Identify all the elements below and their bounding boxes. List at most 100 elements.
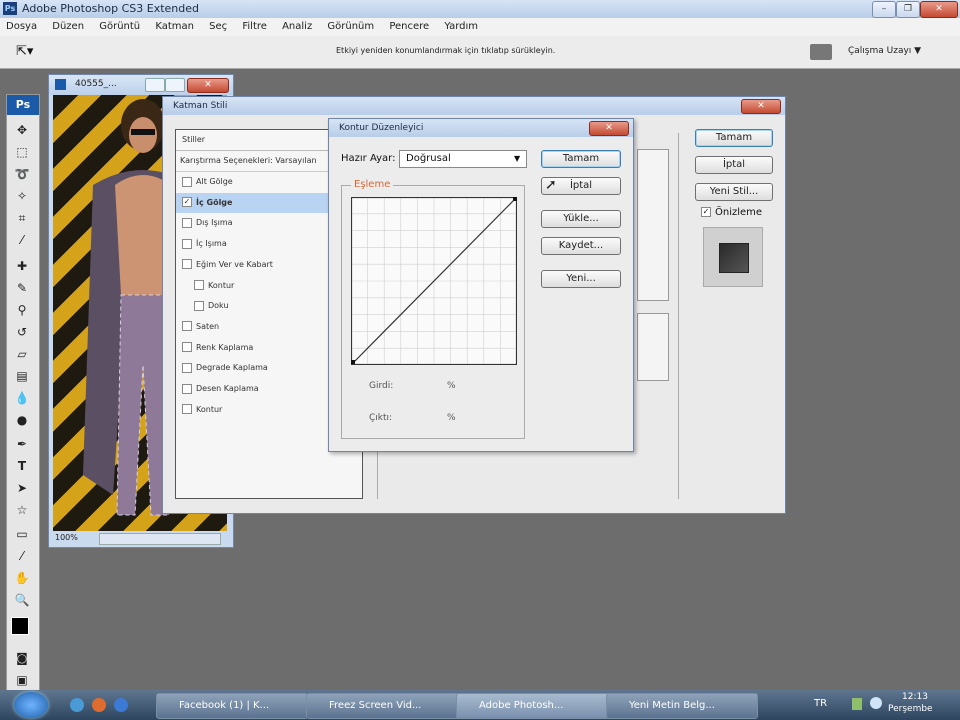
screen-mode-icon[interactable]: ▣ [12, 671, 32, 689]
settings-group-box-2 [637, 313, 669, 381]
zoom-level[interactable]: 100% [55, 533, 78, 542]
preview-checkbox[interactable]: ✓ [701, 207, 711, 217]
style-checkbox[interactable] [182, 217, 192, 228]
doc-minimize-button[interactable] [145, 78, 165, 92]
doc-close-button[interactable]: ✕ [187, 78, 229, 93]
style-item-label: İç Işıma [196, 239, 227, 249]
lasso-tool-icon[interactable]: ➰ [12, 165, 32, 183]
marquee-tool-icon[interactable]: ⬚ [12, 143, 32, 161]
input-percent: % [447, 381, 456, 391]
layer-style-ok-button[interactable]: Tamam [695, 129, 773, 147]
magic-wand-tool-icon[interactable]: ✧ [12, 187, 32, 205]
contour-ok-button[interactable]: Tamam [541, 150, 621, 168]
preset-select[interactable]: Doğrusal ▼ [399, 150, 527, 168]
document-title-bar[interactable]: 40555_... ✕ [49, 75, 233, 95]
shape-tool-icon[interactable]: ☆ [12, 501, 32, 519]
contour-editor-title-bar[interactable]: Kontur Düzenleyici ✕ [329, 119, 633, 137]
settings-group-box [637, 149, 669, 301]
style-checkbox[interactable]: ✓ [182, 197, 192, 208]
menu-layer[interactable]: Katman [149, 18, 200, 36]
hand-tool-icon[interactable]: ✋ [12, 569, 32, 587]
contour-curve-graph[interactable] [351, 197, 517, 365]
show-desktop-icon[interactable] [70, 698, 84, 712]
blur-tool-icon[interactable]: 💧 [12, 389, 32, 407]
move-tool-preset-icon[interactable]: ⇱▾ [16, 44, 33, 59]
eyedropper-tool-icon[interactable]: ⁄ [12, 231, 32, 249]
clock-day: Perşembe [888, 704, 933, 714]
layer-style-cancel-button[interactable]: İptal [695, 156, 773, 174]
doc-restore-button[interactable] [165, 78, 185, 92]
path-selection-tool-icon[interactable]: ➤ [12, 479, 32, 497]
eraser-tool-icon[interactable]: ▱ [12, 345, 32, 363]
style-checkbox[interactable] [194, 280, 204, 290]
taskbar-item-photoshop[interactable]: Adobe Photosh... [456, 693, 612, 719]
style-checkbox[interactable] [182, 238, 192, 249]
zoom-tool-icon[interactable]: 🔍 [12, 591, 32, 609]
healing-brush-tool-icon[interactable]: ✚ [12, 257, 32, 275]
menu-bar: Dosya Düzen Görüntü Katman Seç Filtre An… [0, 18, 960, 37]
style-item-label: Alt Gölge [196, 177, 233, 186]
pen-tool-icon[interactable]: ✒ [12, 435, 32, 453]
style-item-label: Renk Kaplama [196, 342, 254, 352]
style-checkbox[interactable] [182, 259, 192, 270]
volume-icon[interactable] [870, 697, 882, 709]
contour-save-button[interactable]: Kaydet... [541, 237, 621, 255]
new-style-button[interactable]: Yeni Stil... [695, 183, 773, 201]
network-icon[interactable] [852, 698, 862, 710]
minimize-button[interactable]: – [872, 1, 896, 18]
menu-edit[interactable]: Düzen [46, 18, 90, 36]
style-checkbox[interactable] [182, 362, 192, 373]
brush-tool-icon[interactable]: ✎ [12, 279, 32, 297]
dodge-tool-icon[interactable]: ● [12, 411, 32, 429]
style-checkbox[interactable] [182, 176, 192, 187]
clock-time[interactable]: 12:13 [902, 692, 928, 702]
type-tool-icon[interactable]: T [12, 457, 32, 475]
close-button[interactable]: ✕ [920, 1, 958, 18]
contour-editor-close-button[interactable]: ✕ [589, 121, 629, 136]
chevron-down-icon: ▼ [514, 154, 521, 163]
foreground-color-swatch[interactable] [11, 617, 29, 635]
eyedropper2-tool-icon[interactable]: ⁄ [12, 547, 32, 565]
taskbar-item-notepad[interactable]: Yeni Metin Belg... [606, 693, 758, 719]
taskbar-item-freez[interactable]: Freez Screen Vid... [306, 693, 470, 719]
style-checkbox[interactable] [182, 321, 192, 332]
menu-help[interactable]: Yardım [438, 18, 484, 36]
menu-file[interactable]: Dosya [0, 18, 43, 36]
contour-load-button[interactable]: Yükle... [541, 210, 621, 228]
layer-style-close-button[interactable]: ✕ [741, 99, 781, 114]
crop-tool-icon[interactable]: ⌗ [12, 209, 32, 227]
taskbar: Facebook (1) | K... Freez Screen Vid... … [0, 690, 960, 720]
style-checkbox[interactable] [182, 342, 192, 353]
notes-tool-icon[interactable]: ▭ [12, 525, 32, 543]
history-brush-tool-icon[interactable]: ↺ [12, 323, 32, 341]
photoshop-badge-icon: Ps [7, 95, 39, 115]
menu-filter[interactable]: Filtre [236, 18, 273, 36]
style-preview-thumbnail [703, 227, 763, 287]
workspace-dropdown[interactable]: Çalışma Uzayı ▼ [848, 46, 921, 56]
menu-image[interactable]: Görüntü [93, 18, 146, 36]
style-checkbox[interactable] [182, 404, 192, 415]
firefox-icon[interactable] [92, 698, 106, 712]
style-checkbox[interactable] [194, 300, 204, 311]
menu-select[interactable]: Seç [203, 18, 233, 36]
restore-button[interactable]: ❐ [896, 1, 920, 18]
gradient-tool-icon[interactable]: ▤ [12, 367, 32, 385]
quick-mask-icon[interactable]: ◙ [12, 649, 32, 667]
style-item-label: Kontur [208, 280, 235, 290]
clone-stamp-tool-icon[interactable]: ⚲ [12, 301, 32, 319]
style-checkbox[interactable] [182, 383, 192, 394]
ie-icon[interactable] [114, 698, 128, 712]
layer-style-title-bar[interactable]: Katman Stili ✕ [163, 97, 785, 115]
doc-horizontal-scrollbar[interactable] [99, 533, 221, 545]
workspace-icon[interactable] [810, 44, 832, 60]
input-label: Girdi: [369, 381, 394, 391]
menu-view[interactable]: Görünüm [321, 18, 380, 36]
move-tool-icon[interactable]: ✥ [12, 121, 32, 139]
start-button[interactable] [14, 692, 48, 718]
menu-analysis[interactable]: Analiz [276, 18, 318, 36]
preview-toggle[interactable]: ✓ Önizleme [701, 207, 762, 218]
language-indicator[interactable]: TR [814, 698, 827, 709]
menu-window[interactable]: Pencere [383, 18, 435, 36]
taskbar-item-facebook[interactable]: Facebook (1) | K... [156, 693, 308, 719]
contour-new-button[interactable]: Yeni... [541, 270, 621, 288]
